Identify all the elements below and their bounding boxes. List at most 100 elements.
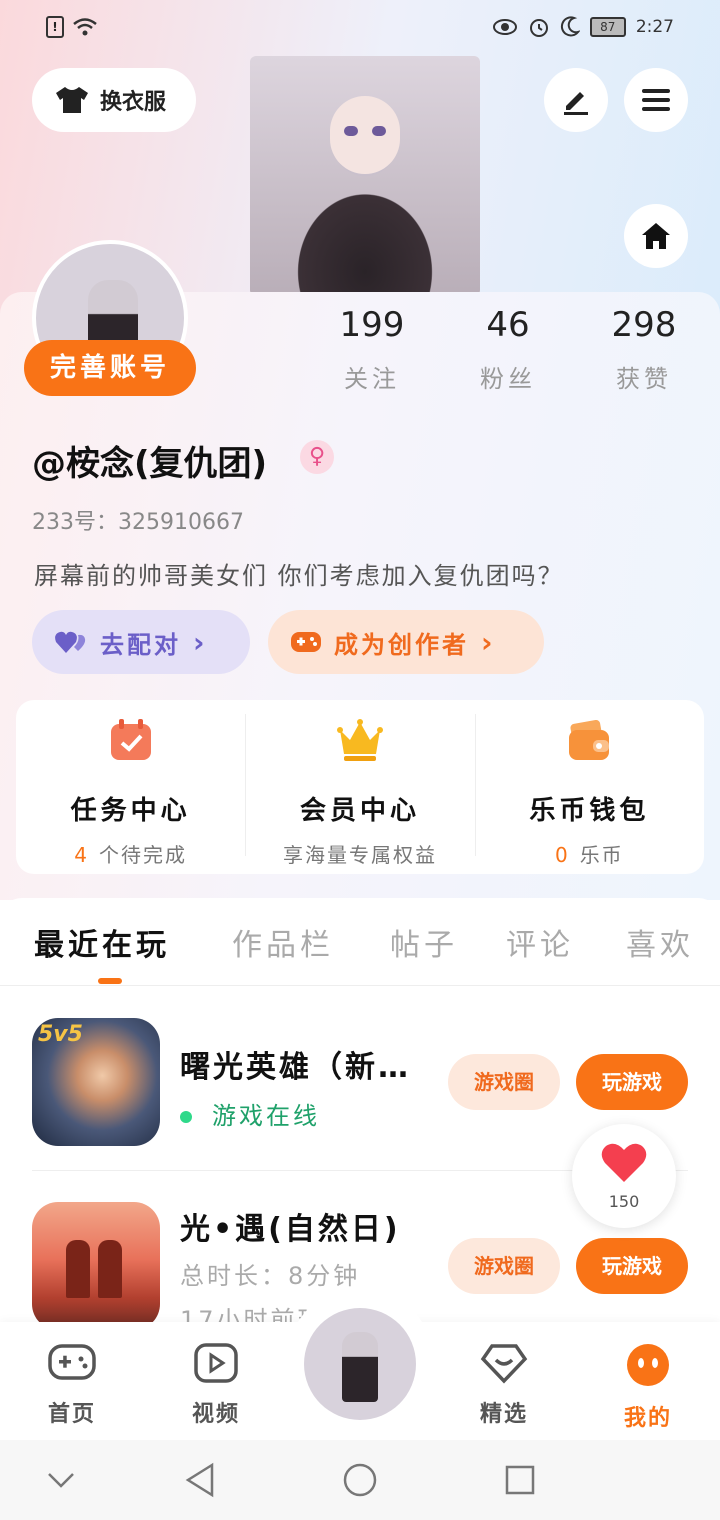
play-duration: 总时长：8分钟 xyxy=(180,1262,361,1290)
hearts-icon xyxy=(55,631,86,653)
nav-label: 我的 xyxy=(623,1406,672,1431)
stat-label: 关注 xyxy=(344,365,400,393)
play-game-button[interactable]: 玩游戏 xyxy=(576,1238,688,1294)
service-title: 乐币钱包 xyxy=(529,796,650,826)
username: @桉念(复仇团) xyxy=(32,444,268,484)
nav-label: 精选 xyxy=(479,1402,528,1427)
chevron-down-icon[interactable] xyxy=(46,1470,76,1490)
game-circle-button[interactable]: 游戏圈 xyxy=(448,1238,560,1294)
game-icon[interactable] xyxy=(32,1202,160,1322)
service-subtitle: 享海量专属权益 xyxy=(282,843,437,867)
moon-icon xyxy=(560,16,580,37)
pending-count: 4 xyxy=(74,843,90,867)
game-name: 光•遇(自然日) xyxy=(180,1212,401,1247)
services-panel: 任务中心 4 个待完成 会员中心 享海量专属权益 乐币钱包 0 乐币 xyxy=(16,700,704,874)
wifi-icon xyxy=(73,18,97,36)
wallet[interactable]: 乐币钱包 0 乐币 xyxy=(474,700,704,874)
tshirt-icon xyxy=(56,87,88,113)
gem-heart-icon xyxy=(480,1344,528,1384)
tab-recent-play[interactable]: 最近在玩 xyxy=(34,920,170,964)
sim-alert-icon: ! xyxy=(46,16,64,38)
stat-followers[interactable]: 46 粉丝 xyxy=(448,305,568,394)
status-bar: ! 87 2:27 xyxy=(0,0,720,56)
battery-indicator: 87 xyxy=(589,17,626,37)
wallet-icon xyxy=(569,719,610,760)
stat-label: 粉丝 xyxy=(480,365,536,393)
female-gender-icon: ♀ xyxy=(300,440,334,474)
user-id[interactable]: 233号：325910667 xyxy=(32,504,244,536)
become-creator-button[interactable]: 成为创作者 › xyxy=(268,610,544,674)
eye-icon xyxy=(492,19,517,35)
like-float-button[interactable]: 150 xyxy=(572,1124,676,1228)
coin-balance: 0 xyxy=(554,843,570,867)
center-avatar-button[interactable] xyxy=(304,1308,416,1420)
edit-button[interactable] xyxy=(544,68,608,132)
pencil-icon xyxy=(564,92,588,115)
complete-account-button[interactable]: 完善账号 xyxy=(24,340,196,396)
creator-label: 成为创作者 xyxy=(334,630,469,659)
service-title: 会员中心 xyxy=(299,796,420,826)
nav-label: 首页 xyxy=(47,1402,96,1427)
gamepad-icon xyxy=(48,1344,96,1380)
tab-works[interactable]: 作品栏 xyxy=(232,920,334,964)
nav-featured[interactable]: 精选 xyxy=(454,1342,554,1428)
character-face xyxy=(330,96,400,174)
stat-label: 获赞 xyxy=(616,365,672,393)
change-clothes-label: 换衣服 xyxy=(100,90,167,115)
alarm-icon xyxy=(529,19,548,37)
play-icon xyxy=(194,1343,238,1383)
avatar-character-image[interactable] xyxy=(250,56,480,296)
game-badge: 5v5 xyxy=(38,1022,83,1047)
crown-icon xyxy=(336,719,383,761)
back-icon[interactable] xyxy=(184,1462,216,1498)
stat-value: 298 xyxy=(611,305,677,345)
game-circle-button[interactable]: 游戏圈 xyxy=(448,1054,560,1110)
match-label: 去配对 xyxy=(100,630,181,659)
stat-value: 46 xyxy=(486,305,530,345)
service-subtitle: 乐币 xyxy=(579,843,624,867)
stat-likes[interactable]: 298 获赞 xyxy=(584,305,704,394)
stat-value: 199 xyxy=(339,305,405,345)
game-icon[interactable]: 5v5 xyxy=(32,1018,160,1146)
game-name: 曙光英雄（新… xyxy=(180,1050,411,1085)
nav-home[interactable]: 首页 xyxy=(22,1342,122,1428)
calendar-check-icon xyxy=(110,719,151,760)
character-silhouette xyxy=(66,1240,90,1298)
chevron-right-icon: › xyxy=(193,625,208,659)
smiley-icon xyxy=(627,1344,669,1386)
home-circle-icon[interactable] xyxy=(342,1462,378,1498)
avatar-figure xyxy=(342,1332,378,1402)
bio: 屏幕前的帅哥美女们 你们考虑加入复仇团吗？ xyxy=(34,562,564,590)
character-eye xyxy=(344,126,358,136)
service-subtitle: 个待完成 xyxy=(99,843,188,867)
change-clothes-button[interactable]: 换衣服 xyxy=(32,68,196,132)
stat-following[interactable]: 199 关注 xyxy=(312,305,432,394)
nav-label: 视频 xyxy=(191,1402,240,1427)
nav-mine[interactable]: 我的 xyxy=(598,1342,698,1432)
system-nav-bar xyxy=(0,1440,720,1520)
tab-likes[interactable]: 喜欢 xyxy=(626,920,694,964)
tab-posts[interactable]: 帖子 xyxy=(390,920,458,964)
tab-comments[interactable]: 评论 xyxy=(506,920,574,964)
character-silhouette xyxy=(98,1240,122,1298)
game-status: 游戏在线 xyxy=(212,1102,320,1130)
character-eye xyxy=(372,126,386,136)
chevron-right-icon: › xyxy=(481,625,496,659)
house-icon xyxy=(642,223,670,249)
menu-button[interactable] xyxy=(624,68,688,132)
like-count: 150 xyxy=(608,1192,640,1211)
recents-icon[interactable] xyxy=(504,1464,536,1496)
home-room-button[interactable] xyxy=(624,204,688,268)
play-game-button[interactable]: 玩游戏 xyxy=(576,1054,688,1110)
match-button[interactable]: 去配对 › xyxy=(32,610,250,674)
clock: 2:27 xyxy=(635,17,674,37)
gamepad-icon xyxy=(291,632,321,652)
service-title: 任务中心 xyxy=(70,796,191,826)
task-center[interactable]: 任务中心 4 个待完成 xyxy=(16,700,245,874)
menu-icon xyxy=(642,89,670,111)
content-tabs: 最近在玩 作品栏 帖子 评论 喜欢 xyxy=(0,898,720,986)
online-dot-icon xyxy=(180,1111,192,1123)
member-center[interactable]: 会员中心 享海量专属权益 xyxy=(245,700,474,874)
heart-icon xyxy=(601,1143,647,1182)
nav-video[interactable]: 视频 xyxy=(166,1342,266,1428)
